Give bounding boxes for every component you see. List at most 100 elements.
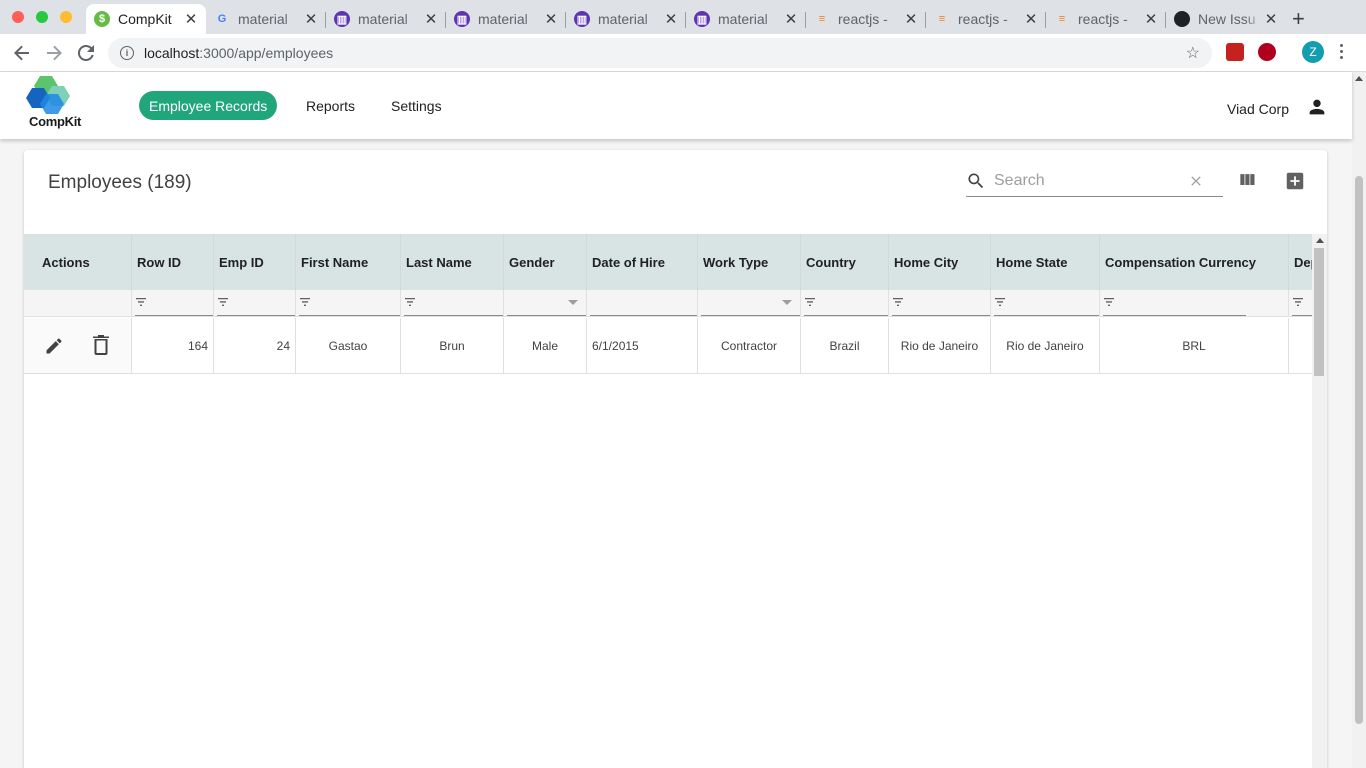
column-header-home-state[interactable]: Home State bbox=[991, 234, 1100, 290]
clear-search-icon[interactable] bbox=[1188, 173, 1204, 189]
edit-pencil-icon[interactable] bbox=[44, 336, 64, 356]
tab-title: material bbox=[358, 11, 408, 27]
search-field[interactable] bbox=[966, 166, 1223, 197]
browser-tab[interactable]: ▥ material ✕ bbox=[446, 4, 566, 34]
column-header-home-city[interactable]: Home City bbox=[889, 234, 991, 290]
filter-icon bbox=[405, 298, 415, 306]
row-actions-cell bbox=[24, 318, 132, 373]
window-minimize-button[interactable] bbox=[60, 11, 72, 23]
tab-title: CompKit bbox=[118, 11, 172, 27]
close-tab-icon[interactable]: ✕ bbox=[664, 10, 678, 28]
back-arrow-icon[interactable] bbox=[11, 42, 33, 64]
app-header: CompKit Employee Records Reports Setting… bbox=[0, 72, 1352, 139]
column-header-compensation-currency[interactable]: Compensation Currency bbox=[1100, 234, 1289, 290]
delete-trash-icon[interactable] bbox=[92, 335, 110, 355]
column-header-first-name[interactable]: First Name bbox=[296, 234, 401, 290]
nav-employee-records[interactable]: Employee Records bbox=[139, 91, 278, 120]
window-close-button[interactable] bbox=[12, 11, 24, 23]
browser-menu-icon[interactable] bbox=[1340, 44, 1344, 62]
column-header-last-name[interactable]: Last Name bbox=[401, 234, 504, 290]
browser-tab[interactable]: ≡ reactjs - ✕ bbox=[806, 4, 926, 34]
filter-row-id[interactable] bbox=[132, 290, 214, 316]
browser-tab[interactable]: ≡ reactjs - ✕ bbox=[926, 4, 1046, 34]
browser-toolbar: i localhost:3000/app/employees ☆ Z bbox=[0, 34, 1366, 72]
scroll-up-arrow-icon[interactable] bbox=[1316, 238, 1324, 243]
close-tab-icon[interactable]: ✕ bbox=[1024, 10, 1038, 28]
browser-tab[interactable]: $ CompKit ✕ bbox=[86, 4, 206, 34]
employees-card: Employees (189) Actions Row ID Emp ID Fi… bbox=[24, 150, 1327, 768]
google-favicon-icon: G bbox=[217, 13, 227, 25]
filter-first-name[interactable] bbox=[296, 290, 401, 316]
browser-tab[interactable]: G material ✕ bbox=[206, 4, 326, 34]
table-scrollbar[interactable] bbox=[1312, 234, 1327, 768]
browser-tab[interactable]: ≡ reactjs - ✕ bbox=[1046, 4, 1166, 34]
column-header-work-type[interactable]: Work Type bbox=[698, 234, 801, 290]
forward-arrow-icon[interactable] bbox=[43, 42, 65, 64]
close-tab-icon[interactable]: ✕ bbox=[1144, 10, 1158, 28]
filter-last-name[interactable] bbox=[401, 290, 504, 316]
cell-emp-id: 24 bbox=[214, 318, 296, 373]
close-tab-icon[interactable]: ✕ bbox=[544, 10, 558, 28]
address-bar[interactable]: i localhost:3000/app/employees ☆ bbox=[108, 38, 1212, 68]
tab-title: New Issu bbox=[1198, 11, 1256, 27]
compkit-favicon-icon: $ bbox=[94, 11, 110, 27]
column-header-date-of-hire[interactable]: Date of Hire bbox=[587, 234, 698, 290]
column-header-country[interactable]: Country bbox=[801, 234, 889, 290]
filter-gender-select[interactable] bbox=[504, 290, 587, 316]
filter-icon bbox=[805, 298, 815, 306]
organization-name: Viad Corp bbox=[1226, 101, 1289, 117]
browser-tab[interactable]: ▥ material ✕ bbox=[686, 4, 806, 34]
url-path: :3000/app/employees bbox=[199, 45, 334, 61]
stackoverflow-favicon-icon: ≡ bbox=[818, 13, 826, 25]
view-columns-icon[interactable] bbox=[1237, 170, 1257, 190]
filter-icon bbox=[1293, 298, 1303, 306]
site-info-icon[interactable]: i bbox=[120, 46, 134, 60]
ublock-extension-icon[interactable] bbox=[1258, 43, 1276, 61]
search-icon bbox=[968, 173, 984, 189]
search-input[interactable] bbox=[994, 172, 1184, 190]
tab-title: reactjs - bbox=[1078, 11, 1128, 27]
extension-icon[interactable] bbox=[1226, 43, 1244, 61]
scrollbar-thumb[interactable] bbox=[1355, 176, 1363, 724]
filter-work-type-select[interactable] bbox=[698, 290, 801, 316]
close-tab-icon[interactable]: ✕ bbox=[784, 10, 798, 28]
scroll-up-arrow-icon[interactable] bbox=[1355, 76, 1363, 81]
browser-tab[interactable]: ▥ material ✕ bbox=[326, 4, 446, 34]
cell-gender: Male bbox=[504, 318, 587, 373]
filter-date-of-hire[interactable] bbox=[587, 290, 698, 316]
browser-tab[interactable]: New Issu ✕ bbox=[1166, 4, 1286, 34]
cell-first-name: Gastao bbox=[296, 318, 401, 373]
profile-avatar[interactable]: Z bbox=[1302, 41, 1324, 63]
page-scrollbar[interactable] bbox=[1352, 72, 1366, 768]
new-tab-button[interactable]: + bbox=[1292, 6, 1305, 32]
browser-tab[interactable]: ▥ material ✕ bbox=[566, 4, 686, 34]
scrollbar-thumb[interactable] bbox=[1314, 248, 1324, 376]
filter-compensation-currency[interactable] bbox=[1100, 290, 1289, 316]
tab-title: reactjs - bbox=[958, 11, 1008, 27]
reload-icon[interactable] bbox=[75, 42, 97, 64]
filter-dep[interactable] bbox=[1289, 290, 1312, 316]
close-tab-icon[interactable]: ✕ bbox=[424, 10, 438, 28]
filter-home-city[interactable] bbox=[889, 290, 991, 316]
dropdown-arrow-icon bbox=[568, 300, 578, 305]
table-row: 164 24 Gastao Brun Male 6/1/2015 Contrac… bbox=[24, 318, 1312, 374]
column-header-emp-id[interactable]: Emp ID bbox=[214, 234, 296, 290]
close-tab-icon[interactable]: ✕ bbox=[304, 10, 318, 28]
add-box-icon[interactable] bbox=[1284, 170, 1306, 192]
nav-settings[interactable]: Settings bbox=[381, 91, 452, 120]
close-tab-icon[interactable]: ✕ bbox=[904, 10, 918, 28]
column-header-row-id[interactable]: Row ID bbox=[132, 234, 214, 290]
account-icon[interactable] bbox=[1306, 96, 1328, 118]
filter-country[interactable] bbox=[801, 290, 889, 316]
close-tab-icon[interactable]: ✕ bbox=[1264, 10, 1278, 28]
window-maximize-button[interactable] bbox=[36, 11, 48, 23]
column-header-gender[interactable]: Gender bbox=[504, 234, 587, 290]
table-filter-row bbox=[24, 290, 1312, 317]
table-header-row: Actions Row ID Emp ID First Name Last Na… bbox=[24, 234, 1327, 290]
cell-country: Brazil bbox=[801, 318, 889, 373]
filter-home-state[interactable] bbox=[991, 290, 1100, 316]
filter-emp-id[interactable] bbox=[214, 290, 296, 316]
nav-reports[interactable]: Reports bbox=[296, 91, 365, 120]
close-tab-icon[interactable]: ✕ bbox=[184, 10, 198, 28]
bookmark-star-icon[interactable]: ☆ bbox=[1186, 43, 1200, 63]
